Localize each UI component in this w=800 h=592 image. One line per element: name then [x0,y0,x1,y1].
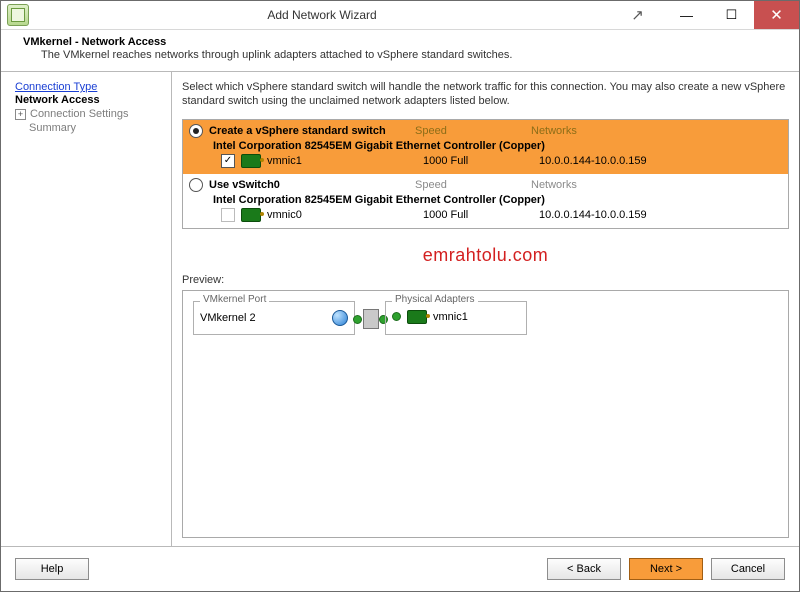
titlebar: Add Network Wizard ↗ — ☐ ✕ [1,1,799,30]
checkbox-vmnic1[interactable] [221,154,235,168]
nic-row-vmnic0: vmnic0 1000 Full 10.0.0.144-10.0.0.159 [221,208,782,222]
vmkernel-port-name: VMkernel 2 [200,312,256,324]
expand-icon[interactable]: ↗ [615,1,664,29]
checkbox-vmnic0[interactable] [221,208,235,222]
option-create-switch[interactable]: Create a vSphere standard switch Speed N… [183,120,788,174]
expand-icon[interactable]: + [15,109,26,120]
radio-create-switch[interactable] [189,124,203,138]
watermark-text: emrahtolu.com [182,245,789,266]
wizard-footer: Help < Back Next > Cancel [1,546,799,591]
preview-label: Preview: [182,274,789,286]
col-networks-label2: Networks [531,179,641,191]
globe-icon [332,310,348,326]
wizard-window: Add Network Wizard ↗ — ☐ ✕ VMkernel - Ne… [0,0,800,592]
col-speed-label: Speed [415,125,525,137]
preview-box: VMkernel Port VMkernel 2 Physical [182,290,789,538]
nic-networks: 10.0.0.144-10.0.0.159 [539,155,647,167]
step-connection-settings-row: + Connection Settings [15,107,165,121]
help-button[interactable]: Help [15,558,89,580]
close-button[interactable]: ✕ [754,1,799,29]
window-buttons: ↗ — ☐ ✕ [615,1,799,29]
nic-icon [407,310,427,324]
option-use-adapter-desc: Intel Corporation 82545EM Gigabit Ethern… [213,194,782,206]
back-button[interactable]: < Back [547,558,621,580]
preview-physical-adapters-group: Physical Adapters vmnic1 [385,301,527,335]
header-title: VMkernel - Network Access [23,36,777,48]
preview-connector [355,301,385,335]
nic-networks: 10.0.0.144-10.0.0.159 [539,209,647,221]
nic-speed: 1000 Full [423,155,533,167]
option-use-vswitch0[interactable]: Use vSwitch0 Speed Networks Intel Corpor… [183,174,788,228]
nic-name: vmnic1 [267,155,417,167]
step-connection-settings[interactable]: Connection Settings [30,108,128,120]
header-subtitle: The VMkernel reaches networks through up… [41,49,777,61]
switch-options-box: Create a vSphere standard switch Speed N… [182,119,789,229]
nic-speed: 1000 Full [423,209,533,221]
link-dot-icon [392,312,401,321]
app-icon [7,4,29,26]
col-speed-label2: Speed [415,179,525,191]
step-sidebar: Connection Type Network Access + Connect… [1,72,171,546]
physical-adapter-name: vmnic1 [433,311,468,323]
step-network-access[interactable]: Network Access [15,94,165,106]
physical-adapters-legend: Physical Adapters [392,294,478,305]
wizard-header: VMkernel - Network Access The VMkernel r… [1,30,799,72]
radio-use-vswitch0[interactable] [189,178,203,192]
instruction-text: Select which vSphere standard switch wil… [182,80,789,109]
option-create-label: Create a vSphere standard switch [209,125,409,137]
minimize-button[interactable]: — [664,1,709,29]
window-title: Add Network Wizard [29,8,615,22]
main-pane: Select which vSphere standard switch wil… [171,72,799,546]
cancel-button[interactable]: Cancel [711,558,785,580]
option-create-adapter-desc: Intel Corporation 82545EM Gigabit Ethern… [213,140,782,152]
nic-name: vmnic0 [267,209,417,221]
nic-icon [241,208,261,222]
maximize-button[interactable]: ☐ [709,1,754,29]
option-use-label: Use vSwitch0 [209,179,409,191]
col-networks-label: Networks [531,125,641,137]
vmkernel-port-legend: VMkernel Port [200,294,269,305]
step-connection-type[interactable]: Connection Type [15,81,165,93]
preview-vmkernel-port-group: VMkernel Port VMkernel 2 [193,301,355,335]
nic-icon [241,154,261,168]
wizard-body: Connection Type Network Access + Connect… [1,72,799,546]
nic-row-vmnic1: vmnic1 1000 Full 10.0.0.144-10.0.0.159 [221,154,782,168]
switch-icon [363,309,379,329]
next-button[interactable]: Next > [629,558,703,580]
step-summary[interactable]: Summary [29,122,165,134]
